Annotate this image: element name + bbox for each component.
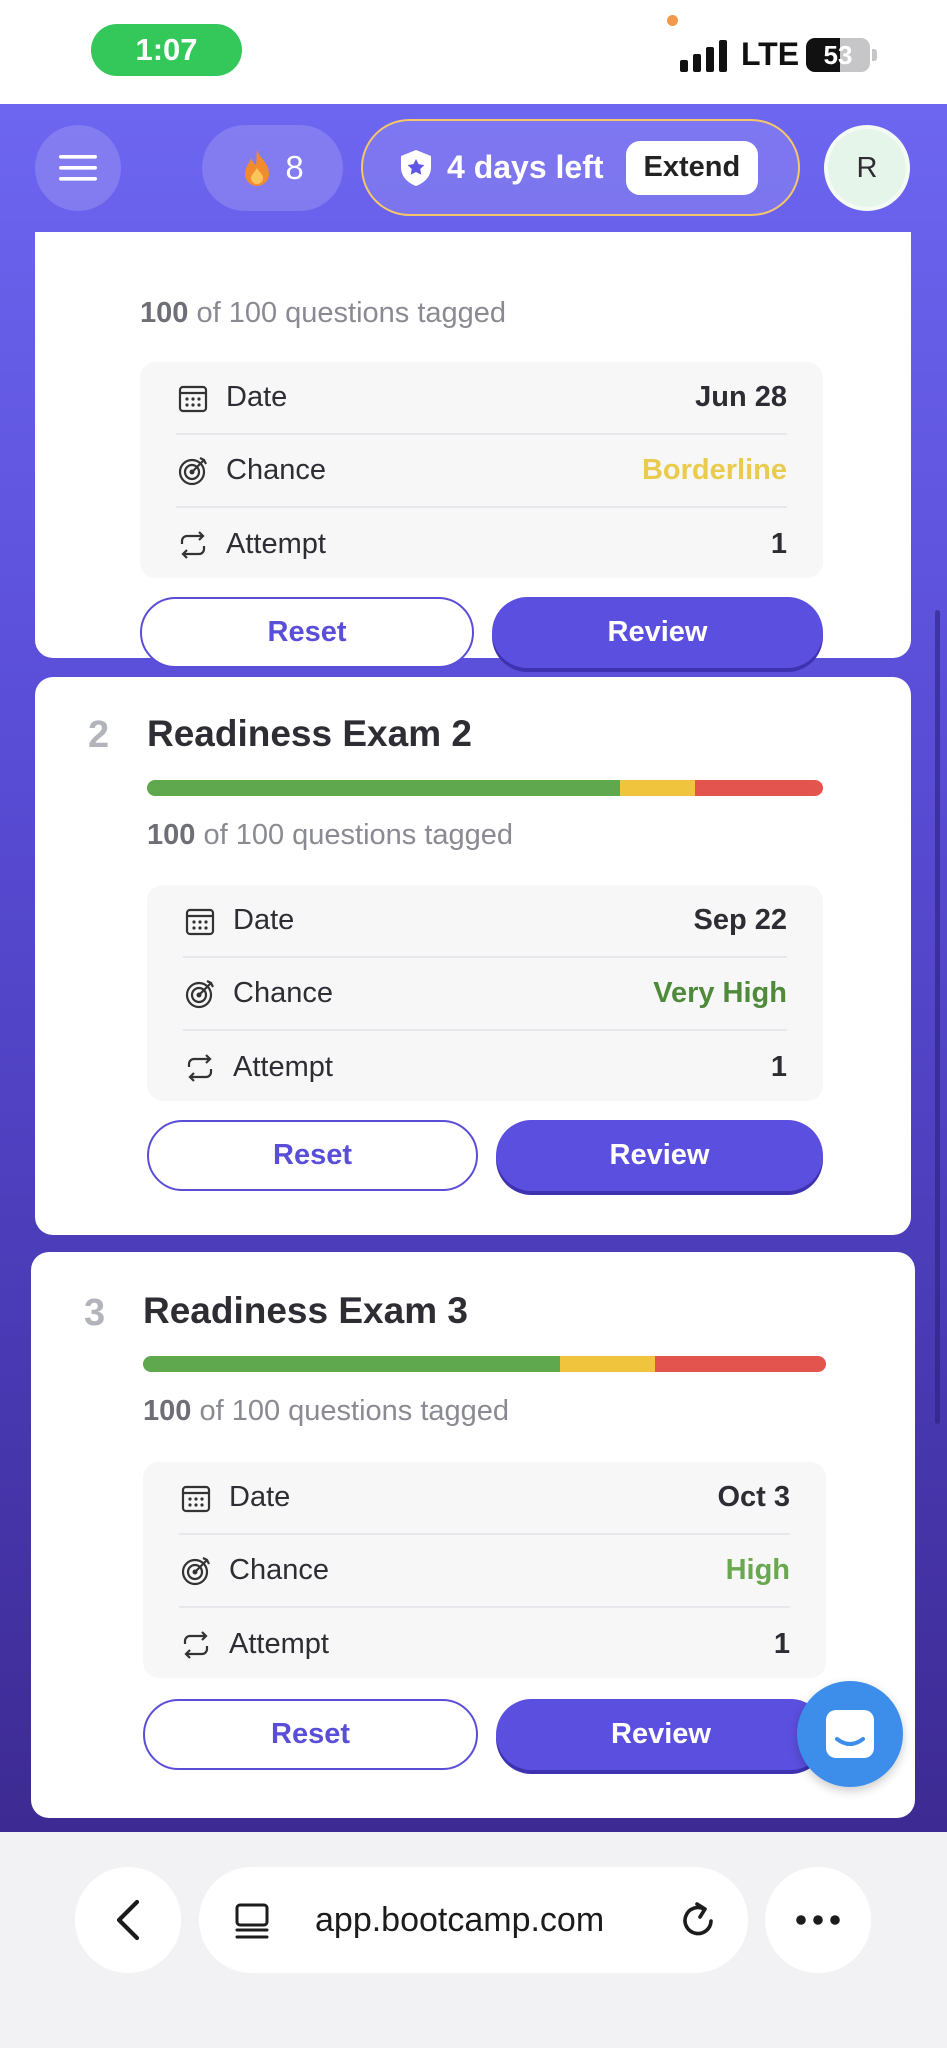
detail-row-attempt: Attempt 1	[179, 1608, 790, 1681]
tagged-count: 100 of 100 questions tagged	[147, 819, 514, 851]
network-type: LTE	[741, 36, 800, 72]
trial-days-left: 4 days left	[447, 149, 604, 185]
target-icon	[181, 1556, 210, 1585]
detail-row-date: Date Jun 28	[176, 362, 787, 435]
progress-red	[655, 1356, 826, 1372]
exam-card-3: 3 Readiness Exam 3 100 of 100 questions …	[31, 1252, 915, 1818]
exam-number: 3	[84, 1292, 106, 1334]
reset-button[interactable]: Reset	[143, 1699, 478, 1770]
app-header: 8 4 days left Extend R	[0, 104, 947, 232]
address-bar[interactable]: app.bootcamp.com	[199, 1867, 748, 1973]
detail-label: Chance	[226, 454, 326, 486]
exam-number: 2	[88, 714, 110, 756]
detail-value: 1	[770, 528, 787, 560]
battery-icon: 53	[806, 38, 878, 72]
tag-progress-bar	[143, 1356, 826, 1372]
streak-counter[interactable]: 8	[202, 125, 343, 211]
repeat-icon	[187, 1053, 213, 1082]
hamburger-icon	[59, 155, 97, 181]
detail-row-chance: Chance High	[179, 1535, 790, 1608]
browser-toolbar: app.bootcamp.com	[0, 1832, 947, 2048]
detail-value: Oct 3	[717, 1481, 790, 1513]
target-icon	[178, 456, 207, 485]
battery-percent: 53	[823, 39, 853, 70]
detail-value: 1	[773, 1628, 790, 1660]
detail-label: Attempt	[233, 1051, 333, 1083]
reset-button[interactable]: Reset	[140, 597, 474, 668]
chance-value: Very High	[653, 977, 787, 1009]
reload-icon[interactable]	[677, 1899, 719, 1941]
tagged-count: 100 of 100 questions tagged	[140, 297, 507, 329]
detail-row-chance: Chance Borderline	[176, 435, 787, 508]
calendar-icon	[178, 385, 208, 412]
detail-value: Sep 22	[693, 904, 788, 936]
detail-label: Attempt	[226, 528, 326, 560]
exam-list[interactable]: 100 of 100 questions tagged Date Jun 28 …	[0, 232, 947, 1832]
detail-row-date: Date Sep 22	[183, 885, 787, 958]
streak-count: 8	[285, 149, 304, 186]
detail-row-date: Date Oct 3	[179, 1462, 790, 1535]
detail-label: Attempt	[229, 1628, 329, 1660]
menu-button[interactable]	[35, 125, 121, 211]
calendar-icon	[185, 908, 215, 935]
detail-row-attempt: Attempt 1	[176, 508, 787, 581]
exam-details: Date Sep 22 Chance Very High Attempt 1	[147, 885, 823, 1101]
chevron-left-icon	[116, 1899, 140, 1941]
scrollbar[interactable]	[935, 610, 940, 1424]
flame-icon	[245, 150, 270, 186]
exam-title: Readiness Exam 3	[143, 1290, 468, 1331]
reset-button[interactable]: Reset	[147, 1120, 478, 1191]
repeat-icon	[180, 530, 206, 559]
back-button[interactable]	[75, 1867, 181, 1973]
more-options-button[interactable]	[765, 1867, 871, 1973]
detail-label: Date	[233, 904, 295, 936]
detail-label: Date	[226, 381, 288, 413]
progress-green	[143, 1356, 560, 1372]
detail-label: Chance	[229, 1554, 329, 1586]
progress-red	[694, 780, 823, 796]
extend-button[interactable]: Extend	[625, 140, 759, 195]
calendar-icon	[181, 1485, 211, 1512]
detail-row-attempt: Attempt 1	[183, 1031, 787, 1104]
page-menu-icon	[235, 1903, 269, 1939]
privacy-indicator-dot	[667, 15, 678, 26]
shield-star-icon	[401, 149, 431, 186]
target-icon	[185, 979, 214, 1008]
status-bar: 1:07 LTE 53	[0, 0, 947, 104]
detail-value: 1	[770, 1051, 787, 1083]
progress-green	[147, 780, 621, 796]
trial-status-pill[interactable]: 4 days left Extend	[361, 119, 800, 216]
review-button[interactable]: Review	[496, 1120, 823, 1191]
exam-details: Date Oct 3 Chance High Attempt 1	[143, 1462, 826, 1678]
detail-label: Chance	[233, 977, 333, 1009]
progress-yellow	[620, 780, 695, 796]
chance-value: Borderline	[641, 454, 787, 486]
chat-icon	[826, 1710, 874, 1758]
avatar[interactable]: R	[824, 125, 910, 211]
review-button[interactable]: Review	[496, 1699, 826, 1770]
url-text: app.bootcamp.com	[315, 1900, 605, 1939]
detail-value: Jun 28	[695, 381, 787, 413]
tag-progress-bar	[147, 780, 823, 796]
cellular-signal-icon	[680, 40, 727, 72]
progress-yellow	[559, 1356, 656, 1372]
exam-title: Readiness Exam 2	[147, 713, 472, 754]
exam-card-2: 2 Readiness Exam 2 100 of 100 questions …	[35, 677, 911, 1235]
tagged-count: 100 of 100 questions tagged	[143, 1395, 510, 1427]
ellipsis-icon	[796, 1915, 840, 1925]
chance-value: High	[725, 1554, 790, 1586]
repeat-icon	[183, 1630, 209, 1659]
app-content: 100 of 100 questions tagged Date Jun 28 …	[0, 104, 947, 1832]
status-time: 1:07	[91, 24, 242, 76]
exam-details: Date Jun 28 Chance Borderline Attempt 1	[140, 362, 823, 578]
detail-label: Date	[229, 1481, 291, 1513]
chat-launcher-button[interactable]	[797, 1681, 903, 1787]
detail-row-chance: Chance Very High	[183, 958, 787, 1031]
exam-card-1: 100 of 100 questions tagged Date Jun 28 …	[35, 232, 911, 668]
review-button[interactable]: Review	[492, 597, 823, 668]
